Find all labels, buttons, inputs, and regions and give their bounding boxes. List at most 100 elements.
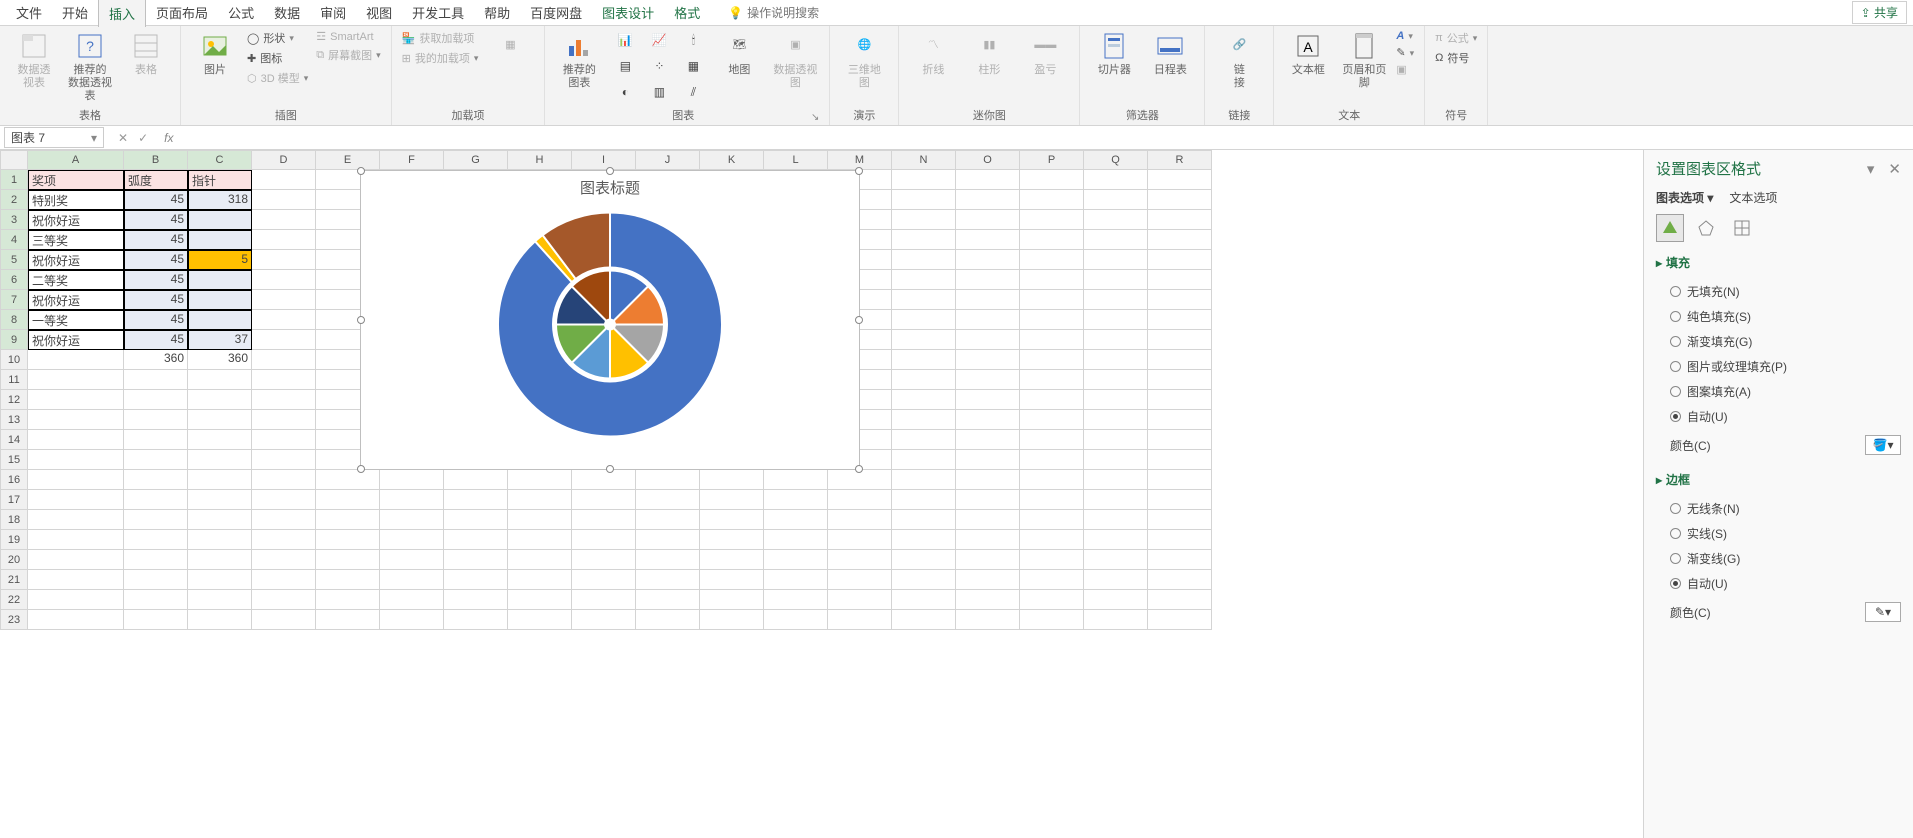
cell[interactable] xyxy=(28,490,124,510)
cell[interactable] xyxy=(124,610,188,630)
name-box[interactable]: 图表 7 ▾ xyxy=(4,127,104,148)
cell[interactable] xyxy=(28,410,124,430)
cell[interactable] xyxy=(956,590,1020,610)
cell[interactable] xyxy=(28,370,124,390)
row-header[interactable]: 7 xyxy=(0,290,28,310)
cell[interactable] xyxy=(572,490,636,510)
cell[interactable] xyxy=(892,490,956,510)
cell[interactable] xyxy=(1084,570,1148,590)
cell[interactable] xyxy=(956,330,1020,350)
close-pane-icon[interactable]: ✕ xyxy=(1888,160,1901,178)
cell[interactable] xyxy=(892,210,956,230)
row-header[interactable]: 16 xyxy=(0,470,28,490)
column-header[interactable]: B xyxy=(124,150,188,170)
cell[interactable] xyxy=(1020,410,1084,430)
cell[interactable] xyxy=(28,610,124,630)
menu-data[interactable]: 数据 xyxy=(264,0,310,26)
screenshot-button[interactable]: ⧉屏幕截图 xyxy=(316,47,380,63)
cell[interactable] xyxy=(1020,230,1084,250)
cell[interactable] xyxy=(1084,330,1148,350)
cell[interactable] xyxy=(380,610,444,630)
cell[interactable] xyxy=(1084,210,1148,230)
border-gradient-radio[interactable]: 渐变线(G) xyxy=(1656,546,1901,571)
cell[interactable] xyxy=(828,610,892,630)
cell[interactable] xyxy=(1084,170,1148,190)
cell[interactable]: 45 xyxy=(124,310,188,330)
cell[interactable] xyxy=(700,490,764,510)
cell[interactable] xyxy=(28,390,124,410)
cell[interactable] xyxy=(508,610,572,630)
cell[interactable]: 45 xyxy=(124,290,188,310)
cell[interactable] xyxy=(380,470,444,490)
cell[interactable]: 37 xyxy=(188,330,252,350)
cell[interactable] xyxy=(1084,250,1148,270)
sparkline-column-button[interactable]: ▮▮柱形 xyxy=(965,30,1013,77)
cell[interactable] xyxy=(444,550,508,570)
resize-handle[interactable] xyxy=(357,316,365,324)
cell[interactable] xyxy=(956,450,1020,470)
cell[interactable] xyxy=(636,490,700,510)
wordart-button[interactable]: A xyxy=(1396,30,1414,42)
surface-chart-button[interactable]: ▦ xyxy=(679,56,707,76)
cell[interactable] xyxy=(124,550,188,570)
cell[interactable] xyxy=(188,550,252,570)
cell[interactable] xyxy=(1020,290,1084,310)
menu-review[interactable]: 审阅 xyxy=(310,0,356,26)
resize-handle[interactable] xyxy=(606,167,614,175)
row-header[interactable]: 14 xyxy=(0,430,28,450)
column-header[interactable]: P xyxy=(1020,150,1084,170)
cell[interactable] xyxy=(1084,270,1148,290)
cell[interactable] xyxy=(1084,390,1148,410)
cell[interactable] xyxy=(1084,290,1148,310)
cell[interactable] xyxy=(636,590,700,610)
cell[interactable] xyxy=(1084,590,1148,610)
cell[interactable] xyxy=(1084,410,1148,430)
cell[interactable] xyxy=(124,370,188,390)
column-header[interactable]: E xyxy=(316,150,380,170)
cell[interactable] xyxy=(124,410,188,430)
row-header[interactable]: 4 xyxy=(0,230,28,250)
select-all-corner[interactable] xyxy=(0,150,28,170)
cell[interactable] xyxy=(316,510,380,530)
cell[interactable] xyxy=(444,610,508,630)
cell[interactable] xyxy=(28,350,124,370)
cell[interactable] xyxy=(1148,530,1212,550)
cell[interactable] xyxy=(252,450,316,470)
row-header[interactable]: 22 xyxy=(0,590,28,610)
cell[interactable]: 360 xyxy=(124,350,188,370)
cell[interactable] xyxy=(444,470,508,490)
cell[interactable] xyxy=(828,490,892,510)
cell[interactable] xyxy=(124,510,188,530)
pictures-button[interactable]: 图片 xyxy=(191,30,239,77)
cell[interactable] xyxy=(764,470,828,490)
cell[interactable] xyxy=(1148,430,1212,450)
cell[interactable] xyxy=(1148,590,1212,610)
cell[interactable] xyxy=(828,590,892,610)
cell[interactable] xyxy=(956,370,1020,390)
cell[interactable]: 45 xyxy=(124,190,188,210)
cell[interactable] xyxy=(188,270,252,290)
row-header[interactable]: 10 xyxy=(0,350,28,370)
cell[interactable] xyxy=(1084,550,1148,570)
cell[interactable] xyxy=(764,570,828,590)
cell[interactable] xyxy=(956,410,1020,430)
cell[interactable] xyxy=(508,550,572,570)
cell[interactable] xyxy=(380,490,444,510)
column-header[interactable]: A xyxy=(28,150,124,170)
get-addins-button[interactable]: 🏪获取加载项 xyxy=(402,30,479,46)
cell[interactable] xyxy=(1084,610,1148,630)
cell[interactable] xyxy=(892,370,956,390)
cell[interactable] xyxy=(956,470,1020,490)
cell[interactable] xyxy=(828,510,892,530)
fill-section-header[interactable]: ▸ 填充 xyxy=(1656,254,1901,271)
fill-solid-radio[interactable]: 纯色填充(S) xyxy=(1656,304,1901,329)
cell[interactable] xyxy=(188,370,252,390)
column-header[interactable]: C xyxy=(188,150,252,170)
cell[interactable] xyxy=(892,190,956,210)
recommended-pivot-button[interactable]: ? 推荐的 数据透视表 xyxy=(66,30,114,104)
row-header[interactable]: 15 xyxy=(0,450,28,470)
cell[interactable] xyxy=(572,530,636,550)
cell[interactable] xyxy=(380,550,444,570)
cell[interactable] xyxy=(700,530,764,550)
share-button[interactable]: ⇪ 共享 xyxy=(1852,1,1907,24)
